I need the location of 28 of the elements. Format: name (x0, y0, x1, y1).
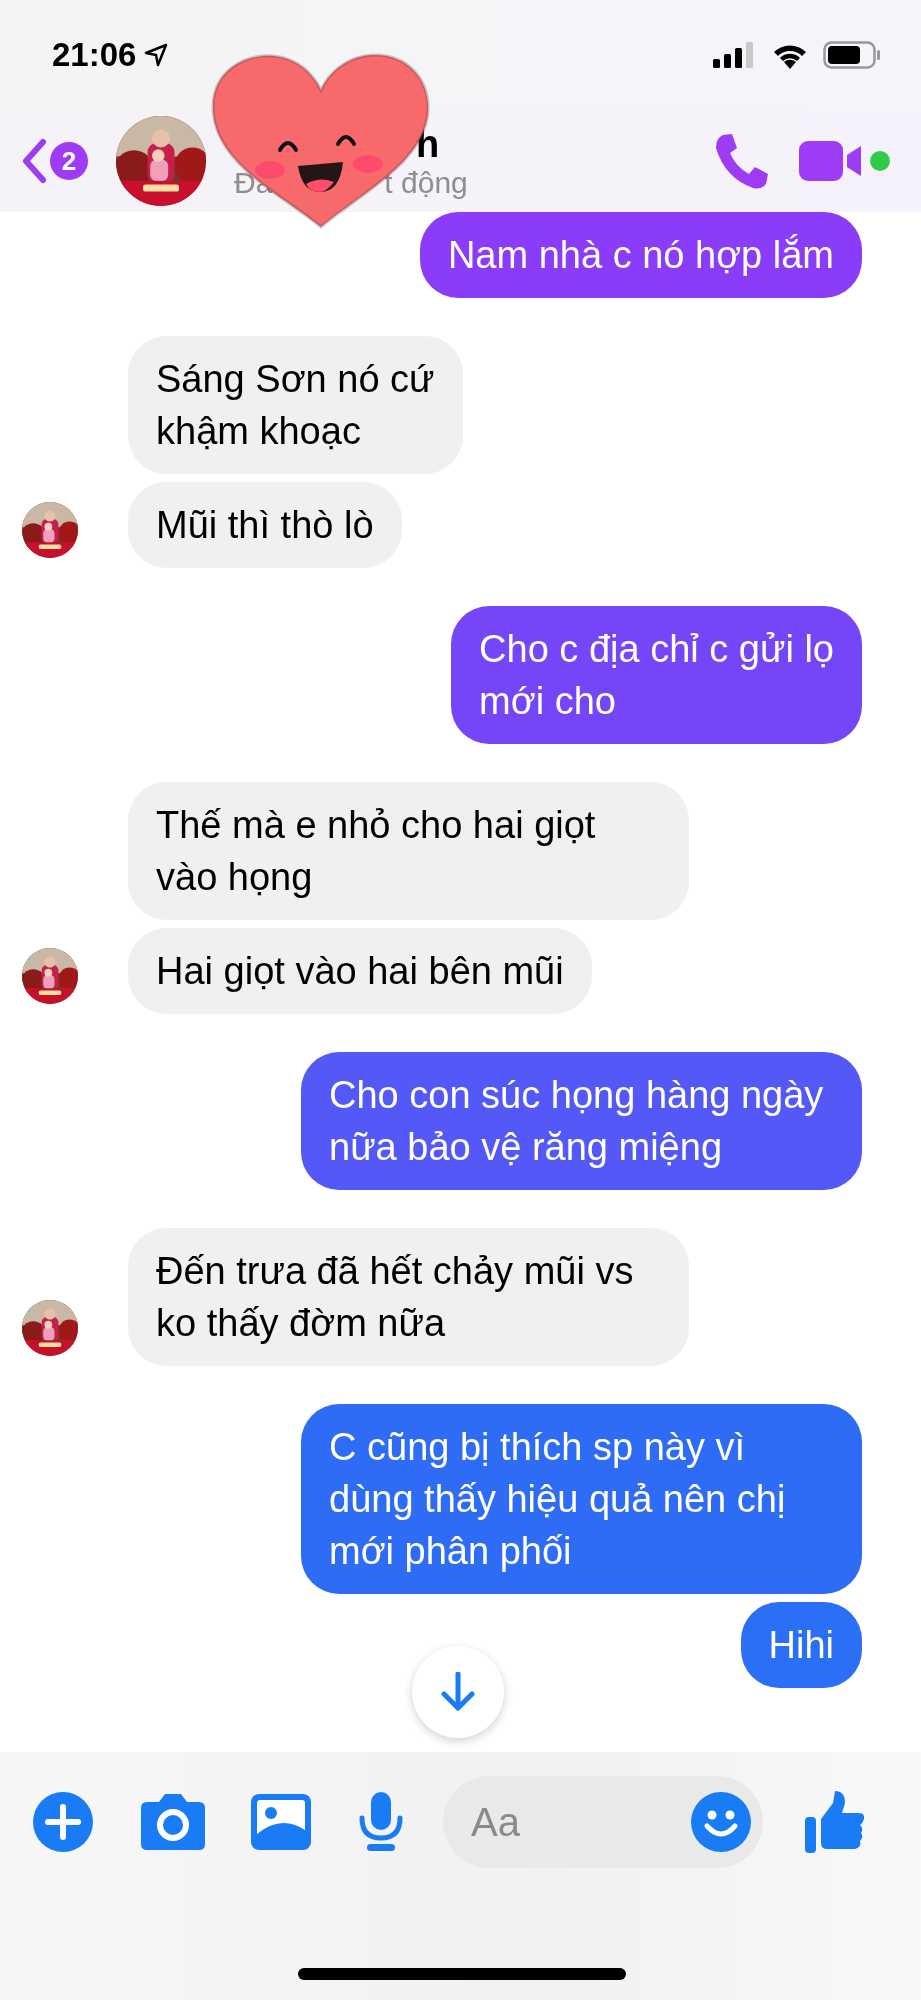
clock-time: 21:06 (52, 36, 137, 74)
location-arrow-icon (144, 43, 169, 67)
chevron-left-icon (22, 138, 46, 184)
battery-icon (823, 41, 881, 69)
received-message: Hai giọt vào hai bên mũi (128, 928, 592, 1014)
arrow-down-icon (440, 1672, 476, 1712)
image-icon[interactable] (251, 1794, 311, 1850)
received-message: Đến trưa đã hết chảy mũi vs ko thấy đờm nữa (128, 1228, 689, 1366)
camera-icon[interactable] (141, 1794, 205, 1850)
message-input-field[interactable]: Aa (443, 1776, 763, 1868)
sent-message: Cho con súc họng hàng ngày nữa bảo vệ răng miệng (301, 1052, 862, 1190)
sent-message: C cũng bị thích sp này vì dùng thấy hiệu quả nên chị mới phân phối (301, 1404, 862, 1594)
microphone-icon[interactable] (357, 1792, 405, 1852)
back-button[interactable]: 2 (22, 138, 88, 184)
video-camera-icon[interactable] (799, 141, 863, 181)
unread-count-badge: 2 (50, 142, 88, 180)
online-status-dot (869, 150, 891, 172)
received-message: Sáng Sơn nó cứ khậm khoạc (128, 336, 463, 474)
received-message: Mũi thì thò lò (128, 482, 402, 568)
sent-message: Hihi (740, 1602, 862, 1688)
sent-message: Nam nhà c nó hợp lắm (419, 212, 862, 298)
phone-icon[interactable] (713, 132, 769, 190)
sent-message: Cho c địa chỉ c gửi lọ mới cho (451, 606, 862, 744)
scroll-down-button[interactable] (412, 1646, 504, 1738)
add-icon[interactable] (33, 1792, 93, 1852)
thumbs-up-icon[interactable] (805, 1791, 865, 1853)
emoji-icon[interactable] (691, 1792, 751, 1852)
received-message: Thế mà e nhỏ cho hai giọt vào họng (128, 782, 689, 920)
